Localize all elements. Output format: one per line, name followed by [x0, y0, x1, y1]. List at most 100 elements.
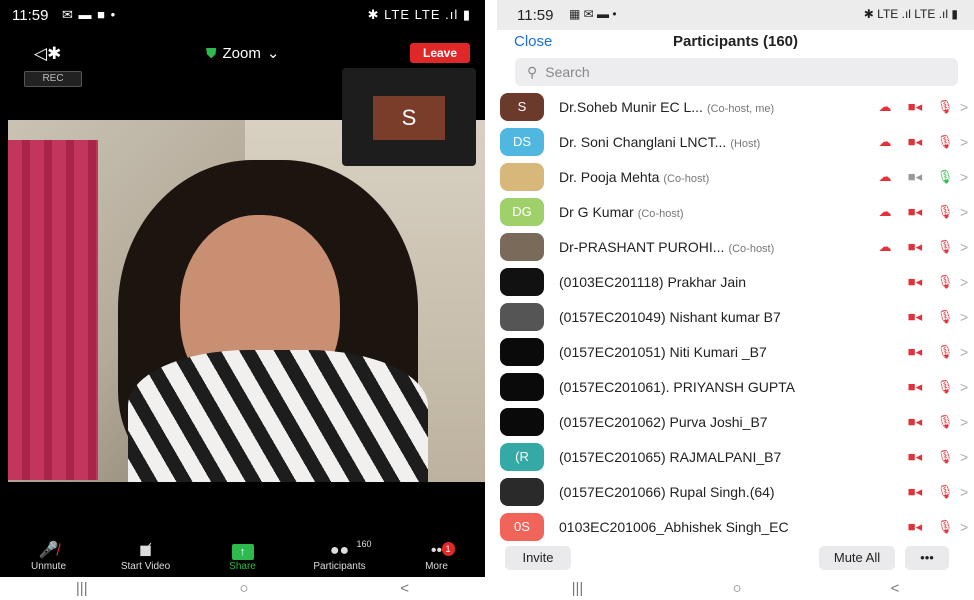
chevron-right-icon[interactable]: > [960, 134, 974, 150]
participants-screen: 11:59 ▦ ✉ ▬ • ✱ LTE .ıl LTE .ıl ▮ Close … [497, 0, 974, 600]
leave-button[interactable]: Leave [410, 43, 470, 63]
participant-status-icons: ■◂ 🎙 > [870, 474, 974, 509]
shield-icon: ⛊ [206, 44, 217, 61]
participant-row[interactable]: DG Dr G Kumar (Co-host) ☁ ■◂ 🎙 > [497, 194, 974, 229]
chevron-right-icon[interactable]: > [960, 414, 974, 430]
back-button[interactable]: < [400, 580, 409, 597]
participant-row[interactable]: S Dr.Soheb Munir EC L... (Co-host, me) ☁ ■◂ 🎙… [497, 89, 974, 124]
video-off-icon: ■◂ [907, 343, 923, 359]
participant-name-text: (0157EC201065) RAJMALPANI_B7 [559, 448, 782, 465]
video-off-icon: ■◂ [907, 203, 923, 219]
unmute-button[interactable]: 🎤̸ Unmute [4, 541, 94, 577]
video-off-icon: ■◂ [907, 413, 923, 429]
chevron-right-icon[interactable]: > [960, 344, 974, 360]
participant-name-text: (0157EC201051) Niti Kumari _B7 [559, 343, 767, 360]
participant-status-icons: ■◂ 🎙 > [870, 264, 974, 299]
mic-off-icon: 🎙 [936, 238, 954, 254]
participant-avatar: (R [500, 442, 544, 471]
participant-name-text: Dr-PRASHANT PUROHI... [559, 238, 725, 255]
speaker-icon[interactable]: ◁✱ [34, 44, 61, 64]
participant-role: (Co-host) [637, 207, 684, 220]
more-button[interactable]: •• 1 More [392, 541, 482, 577]
chevron-right-icon[interactable]: > [960, 99, 974, 115]
video-off-icon: ■◂ [907, 98, 923, 114]
chevron-right-icon[interactable]: > [960, 239, 974, 255]
search-input[interactable]: ⚲ Search [515, 58, 958, 86]
cloud-recording-icon: ☁ [878, 133, 892, 149]
participant-avatar [500, 162, 544, 191]
chevron-right-icon[interactable]: > [960, 379, 974, 395]
mic-off-icon: 🎙 [936, 378, 954, 394]
mic-off-icon: 🎙 [936, 133, 954, 149]
participant-status-icons: ■◂ 🎙 > [870, 299, 974, 334]
share-button[interactable]: ↑ Share [198, 541, 288, 577]
participant-status-icons: ■◂ 🎙 > [870, 369, 974, 404]
self-view-thumbnail[interactable]: S [342, 68, 476, 166]
chevron-right-icon[interactable]: > [960, 169, 974, 185]
mute-all-button[interactable]: Mute All [819, 546, 895, 570]
video-off-icon: ■◂ [907, 238, 923, 254]
participant-name: (0157EC201065) RAJMALPANI_B7 [559, 449, 781, 465]
participant-row[interactable]: Dr. Pooja Mehta (Co-host) ☁ ■◂ 🎙 > [497, 159, 974, 194]
share-icon: ↑ [198, 541, 288, 561]
chevron-right-icon[interactable]: > [960, 309, 974, 325]
cloud-recording-icon: ☁ [878, 238, 892, 254]
participant-name-text: (0157EC201049) Nishant kumar B7 [559, 308, 781, 325]
participant-name-text: (0103EC201118) Prakhar Jain [559, 273, 747, 290]
signal-icons: ✱ LTE LTE .ıl ▮ [367, 7, 471, 22]
participant-row[interactable]: 0S 0103EC201006_Abhishek Singh_EC ■◂ 🎙 > [497, 509, 974, 544]
recents-button[interactable]: ||| [76, 580, 88, 597]
chevron-right-icon[interactable]: > [960, 274, 974, 290]
participant-avatar [500, 372, 544, 401]
participant-avatar [500, 232, 544, 261]
video-person-scarf [128, 350, 428, 482]
participant-name: (0157EC201066) Rupal Singh.(64) [559, 484, 775, 500]
chevron-right-icon[interactable]: > [960, 484, 974, 500]
participant-row[interactable]: (0157EC201051) Niti Kumari _B7 ■◂ 🎙 > [497, 334, 974, 369]
participant-name-text: 0103EC201006_Abhishek Singh_EC [559, 518, 789, 535]
home-button[interactable]: ○ [239, 580, 248, 597]
participant-avatar [500, 267, 544, 296]
share-label: Share [229, 561, 256, 572]
status-bar: 11:59 ✉ ▬ ■ • ✱ LTE LTE .ıl ▮ [0, 0, 485, 30]
participant-status-icons: ■◂ 🎙 > [870, 404, 974, 439]
participant-role: (Co-host) [663, 172, 710, 185]
recents-button[interactable]: ||| [572, 580, 584, 597]
chevron-right-icon[interactable]: > [960, 449, 974, 465]
participant-row[interactable]: DS Dr. Soni Changlani LNCT... (Host) ☁ ■◂ 🎙 > [497, 124, 974, 159]
participant-name: Dr. Soni Changlani LNCT... (Host) [559, 134, 760, 150]
video-off-icon: ■◂ [907, 273, 923, 289]
participants-button[interactable]: ●● 160 Participants [295, 539, 385, 577]
mic-off-icon: 🎙 [936, 518, 954, 534]
participant-role: (Host) [730, 137, 761, 150]
start-video-button[interactable]: ◼̸ Start Video [101, 541, 191, 577]
active-speaker-video[interactable] [8, 120, 485, 482]
more-options-button[interactable]: ••• [905, 546, 949, 570]
status-time: 11:59 [12, 7, 49, 24]
participant-row[interactable]: (0157EC201049) Nishant kumar B7 ■◂ 🎙 > [497, 299, 974, 334]
participant-list: S Dr.Soheb Munir EC L... (Co-host, me) ☁ ■◂ 🎙… [497, 89, 974, 544]
participant-row[interactable]: (0157EC201061). PRIYANSH GUPTA ■◂ 🎙 > [497, 369, 974, 404]
home-button[interactable]: ○ [732, 580, 741, 597]
notification-icons: ▦ ✉ ▬ • [569, 7, 617, 21]
back-button[interactable]: < [891, 580, 900, 597]
chevron-right-icon[interactable]: > [960, 204, 974, 220]
invite-button[interactable]: Invite [505, 546, 571, 570]
participant-row[interactable]: (R (0157EC201065) RAJMALPANI_B7 ■◂ 🎙 > [497, 439, 974, 474]
participant-row[interactable]: (0103EC201118) Prakhar Jain ■◂ 🎙 > [497, 264, 974, 299]
chevron-right-icon[interactable]: > [960, 519, 974, 535]
video-off-icon: ■◂ [907, 483, 923, 499]
mic-off-icon: 🎙 [936, 203, 954, 219]
participant-row[interactable]: (0157EC201066) Rupal Singh.(64) ■◂ 🎙 > [497, 474, 974, 509]
participant-row[interactable]: Dr-PRASHANT PUROHI... (Co-host) ☁ ■◂ 🎙 > [497, 229, 974, 264]
video-off-icon: ◼̸ [138, 542, 153, 559]
participant-avatar [500, 477, 544, 506]
participant-row[interactable]: (0157EC201062) Purva Joshi_B7 ■◂ 🎙 > [497, 404, 974, 439]
participant-role: (Co-host) [728, 242, 775, 255]
meeting-title[interactable]: ⛊ Zoom ⌄ [206, 44, 279, 63]
mic-off-icon: 🎙 [936, 308, 954, 324]
participant-name: Dr. Pooja Mehta (Co-host) [559, 169, 709, 185]
participant-name-text: (0157EC201061). PRIYANSH GUPTA [559, 378, 796, 395]
participant-status-icons: ☁ ■◂ 🎙 > [870, 194, 974, 229]
meeting-title-label: Zoom [222, 44, 261, 62]
